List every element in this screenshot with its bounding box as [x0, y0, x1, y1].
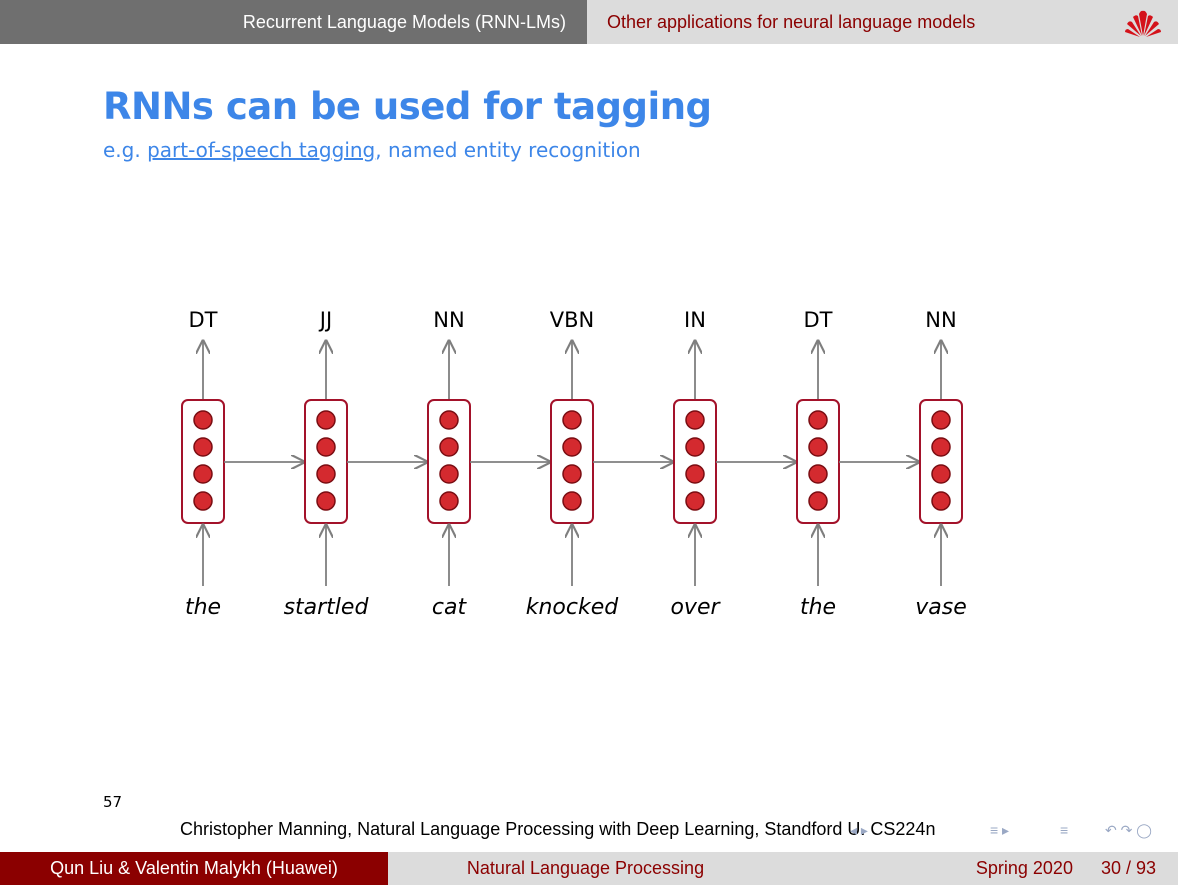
- tag-label: DT: [189, 308, 218, 332]
- footer-meta: Spring 2020 30 / 93: [783, 852, 1178, 885]
- rnn-tagging-diagram: DT the JJ startled NN cat VBN knocked IN over DT th…: [181, 308, 967, 620]
- section-nav-other-applications[interactable]: Other applications for neural language m…: [587, 0, 1178, 44]
- hidden-unit: [685, 437, 705, 457]
- hidden-unit: [685, 410, 705, 430]
- hidden-unit: [685, 464, 705, 484]
- hidden-unit: [931, 410, 951, 430]
- hidden-unit: [316, 491, 336, 511]
- tag-label: NN: [433, 308, 464, 332]
- tag-label: IN: [684, 308, 706, 332]
- hidden-unit: [562, 464, 582, 484]
- hidden-unit: [931, 437, 951, 457]
- hidden-unit: [685, 491, 705, 511]
- footer-authors-text: Qun Liu & Valentin Malykh (Huawei): [50, 858, 338, 878]
- footer-course-text: Natural Language Processing: [466, 858, 705, 878]
- credit-line: Christopher Manning, Natural Language Pr…: [180, 819, 936, 839]
- hidden-unit: [808, 491, 828, 511]
- section-nav-recurrent-lms[interactable]: Recurrent Language Models (RNN-LMs): [0, 0, 587, 44]
- tag-label: JJ: [318, 308, 332, 332]
- hidden-unit: [193, 410, 213, 430]
- word-label: knocked: [526, 595, 620, 620]
- section-nav-label: Other applications for neural language m…: [607, 11, 976, 32]
- word-label: over: [670, 595, 721, 620]
- word-label: the: [185, 595, 221, 620]
- tag-label: DT: [804, 308, 833, 332]
- hidden-unit: [316, 410, 336, 430]
- slide-title: RNNs can be used for tagging: [103, 85, 712, 128]
- tag-label: NN: [925, 308, 956, 332]
- hidden-unit: [193, 437, 213, 457]
- subtitle-suffix: , named entity recognition: [375, 138, 641, 162]
- top-navigation-bar: Recurrent Language Models (RNN-LMs) Othe…: [0, 0, 1178, 44]
- tag-label: VBN: [550, 308, 594, 332]
- pos-tagging-link[interactable]: part-of-speech tagging: [147, 138, 375, 162]
- huawei-logo-icon: [1125, 10, 1161, 37]
- hidden-unit: [316, 464, 336, 484]
- hidden-unit: [808, 464, 828, 484]
- slide-subtitle: e.g. part-of-speech tagging, named entit…: [103, 138, 641, 162]
- footer-page-counter: 30 / 93: [1100, 858, 1156, 878]
- hidden-unit: [439, 410, 459, 430]
- original-slide-number: 57: [103, 793, 123, 811]
- hidden-unit: [439, 464, 459, 484]
- nav-section-icon[interactable]: ≡: [1060, 822, 1068, 838]
- nav-prev-frame-icon[interactable]: ◂ ▸: [850, 822, 868, 839]
- word-label: vase: [915, 595, 967, 620]
- hidden-unit: [193, 491, 213, 511]
- hidden-unit: [562, 437, 582, 457]
- word-label: startled: [284, 595, 370, 620]
- footer-term: Spring 2020: [975, 858, 1073, 878]
- nav-subsection-icon[interactable]: ≡ ▸: [990, 822, 1009, 839]
- hidden-unit: [316, 437, 336, 457]
- hidden-unit: [439, 437, 459, 457]
- hidden-unit: [562, 491, 582, 511]
- subtitle-prefix: e.g.: [103, 138, 148, 162]
- footer-authors: Qun Liu & Valentin Malykh (Huawei): [0, 852, 388, 885]
- nav-search-undo-icon[interactable]: ↶ ↷ ◯: [1105, 822, 1152, 839]
- hidden-unit: [562, 410, 582, 430]
- hidden-unit: [439, 491, 459, 511]
- hidden-unit: [931, 464, 951, 484]
- hidden-unit: [931, 491, 951, 511]
- hidden-unit: [808, 410, 828, 430]
- hidden-unit: [193, 464, 213, 484]
- word-label: the: [800, 595, 836, 620]
- footer-bar: Qun Liu & Valentin Malykh (Huawei) Natur…: [0, 852, 1178, 885]
- hidden-unit: [808, 437, 828, 457]
- word-label: cat: [432, 595, 468, 620]
- section-nav-label: Recurrent Language Models (RNN-LMs): [242, 11, 566, 32]
- footer-course: Natural Language Processing: [388, 852, 783, 885]
